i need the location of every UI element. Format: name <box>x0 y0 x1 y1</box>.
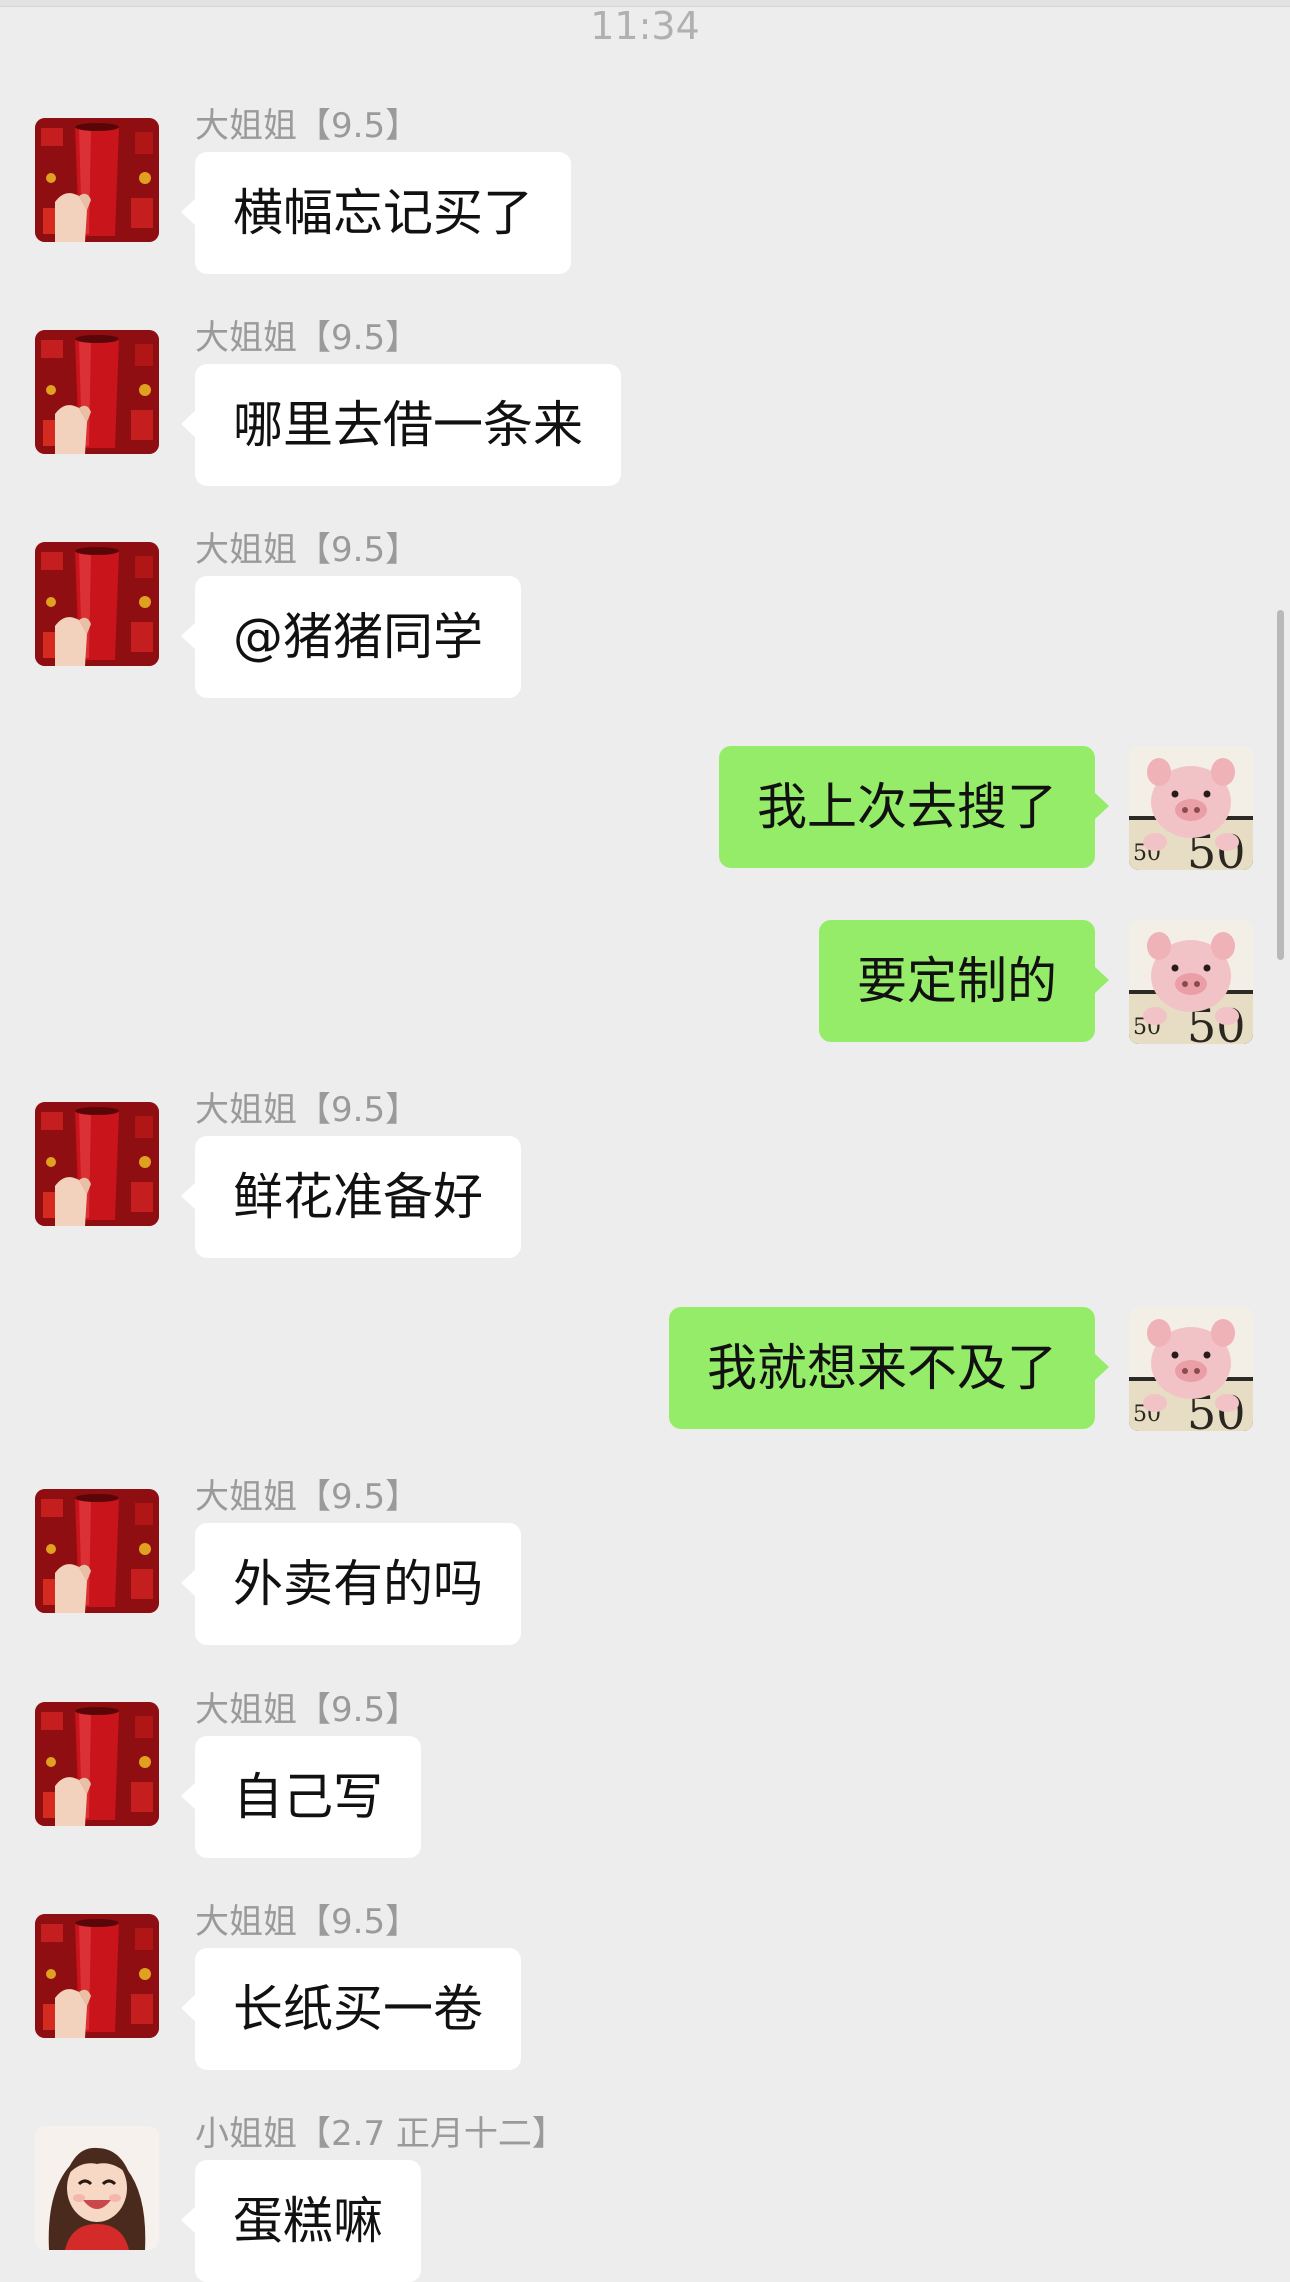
sender-name: 大姐姐【9.5】 <box>195 1690 420 1730</box>
message-bubble[interactable]: 要定制的 <box>819 920 1109 1042</box>
red-cup-avatar-icon[interactable] <box>35 1489 159 1613</box>
girl-avatar-icon[interactable] <box>35 2126 159 2250</box>
sender-name: 大姐姐【9.5】 <box>195 1902 420 1942</box>
message-bubble[interactable]: 横幅忘记买了 <box>181 152 571 274</box>
pig-avatar-icon[interactable] <box>1129 920 1253 1044</box>
red-cup-avatar-icon[interactable] <box>35 1702 159 1826</box>
message-bubble[interactable]: 鲜花准备好 <box>181 1136 521 1258</box>
message-bubble[interactable]: 外卖有的吗 <box>181 1523 521 1645</box>
sender-name: 大姐姐【9.5】 <box>195 106 420 146</box>
scrollbar[interactable] <box>1277 610 1284 960</box>
red-cup-avatar-icon[interactable] <box>35 542 159 666</box>
sender-name: 大姐姐【9.5】 <box>195 318 420 358</box>
message-bubble[interactable]: 我就想来不及了 <box>669 1307 1109 1429</box>
pig-avatar-icon[interactable] <box>1129 746 1253 870</box>
red-cup-avatar-icon[interactable] <box>35 118 159 242</box>
message-bubble[interactable]: 蛋糕嘛 <box>181 2160 421 2282</box>
message-bubble[interactable]: 自己写 <box>181 1736 421 1858</box>
red-cup-avatar-icon[interactable] <box>35 1102 159 1226</box>
pig-avatar-icon[interactable] <box>1129 1307 1253 1431</box>
sender-name: 大姐姐【9.5】 <box>195 1477 420 1517</box>
sender-name: 大姐姐【9.5】 <box>195 530 420 570</box>
sender-name: 大姐姐【9.5】 <box>195 1090 420 1130</box>
red-cup-avatar-icon[interactable] <box>35 330 159 454</box>
chat-timestamp: 11:34 <box>590 4 700 48</box>
message-bubble[interactable]: 我上次去搜了 <box>719 746 1109 868</box>
message-bubble[interactable]: @猪猪同学 <box>181 576 521 698</box>
sender-name: 小姐姐【2.7 正月十二】 <box>195 2114 566 2154</box>
red-cup-avatar-icon[interactable] <box>35 1914 159 2038</box>
message-bubble[interactable]: 哪里去借一条来 <box>181 364 621 486</box>
message-bubble[interactable]: 长纸买一卷 <box>181 1948 521 2070</box>
